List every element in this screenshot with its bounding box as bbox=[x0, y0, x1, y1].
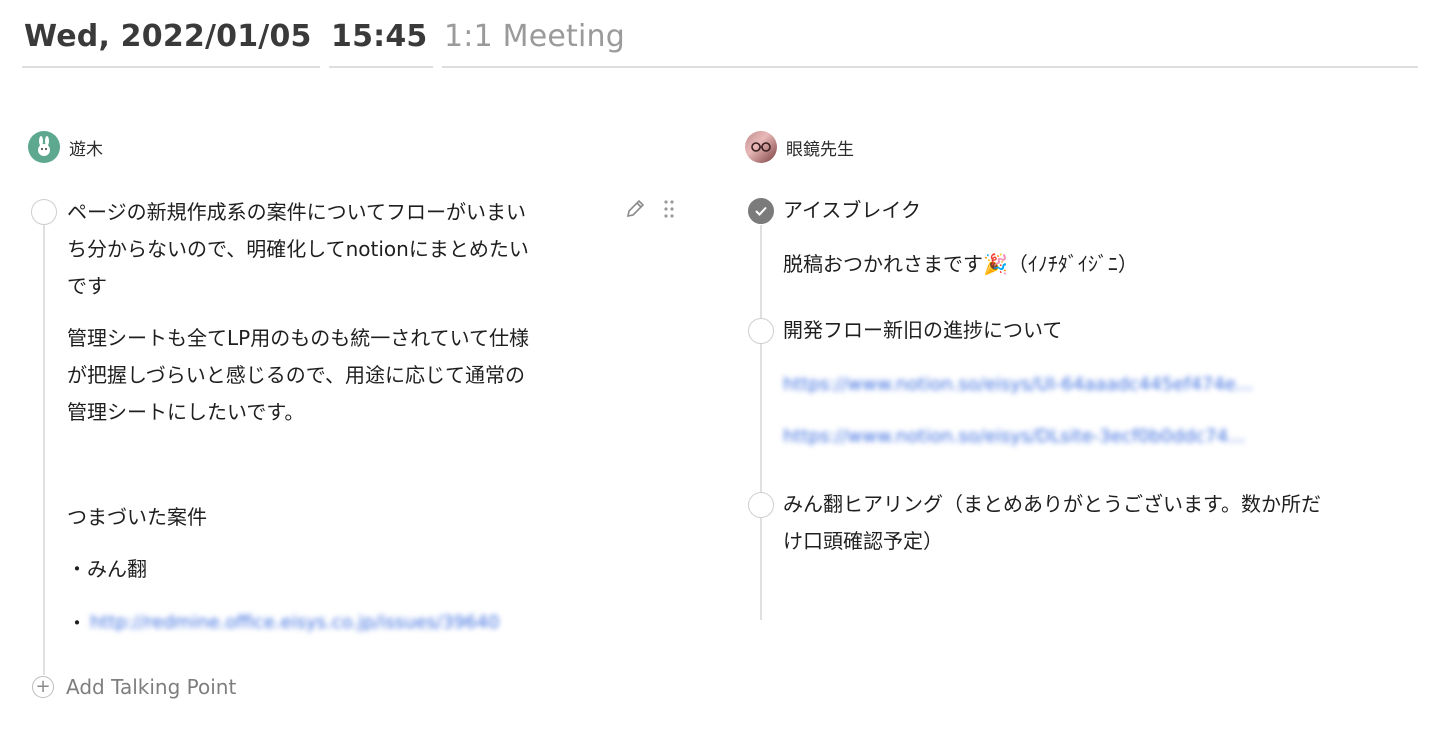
timeline-line-left bbox=[43, 225, 45, 675]
user-header-left: 遊木 bbox=[28, 130, 103, 164]
user-name-left: 遊木 bbox=[69, 139, 103, 160]
date-field[interactable]: Wed, 2022/01/05 bbox=[22, 14, 320, 68]
bullet-item: ・みん翻 bbox=[67, 557, 147, 581]
check-icon bbox=[755, 206, 767, 216]
talking-point-title-line[interactable]: ち分からないので、明確化してnotionにまとめたい bbox=[67, 231, 529, 268]
talking-point-note: 脱稿おつかれさまです🎉（ｲﾉﾁﾀﾞｲｼﾞﾆ） bbox=[783, 252, 1138, 276]
item-tools bbox=[624, 198, 676, 224]
talking-point-title-line[interactable]: ページの新規作成系の案件についてフローがいまい bbox=[67, 194, 526, 231]
redmine-link[interactable]: http://redmine.office.eisys.co.jp/issues… bbox=[90, 612, 499, 633]
talking-point-title[interactable]: アイスブレイク bbox=[783, 192, 921, 229]
meeting-header: Wed, 2022/01/05 15:45 1:1 Meeting bbox=[22, 14, 1418, 68]
bullet-item: ・ bbox=[67, 611, 87, 635]
talking-point-body-line: が把握しづらいと感じるので、用途に応じて通常の bbox=[67, 363, 525, 387]
talking-point-title-line[interactable]: です bbox=[67, 268, 107, 305]
plus-icon: + bbox=[32, 676, 54, 698]
talking-point-checkbox-checked[interactable] bbox=[748, 198, 774, 224]
notion-link[interactable]: https://www.notion.so/eisys/UI-64aaadc44… bbox=[783, 374, 1253, 395]
talking-point-title-line[interactable]: け口頭確認予定） bbox=[783, 523, 943, 560]
timeline-line-right bbox=[760, 225, 762, 620]
talking-point-title[interactable]: 開発フロー新旧の進捗について bbox=[783, 312, 1062, 349]
drag-handle-icon[interactable] bbox=[662, 198, 676, 224]
add-talking-point-label: Add Talking Point bbox=[66, 675, 237, 699]
notion-link[interactable]: https://www.notion.so/eisys/DLsite-3ecf0… bbox=[783, 426, 1245, 447]
meeting-title: 1:1 Meeting bbox=[444, 19, 625, 54]
time-field[interactable]: 15:45 bbox=[329, 14, 433, 68]
talking-point-checkbox[interactable] bbox=[748, 492, 774, 518]
rabbit-icon bbox=[38, 136, 50, 156]
glasses-icon bbox=[751, 142, 771, 152]
user-header-right: 眼鏡先生 bbox=[745, 130, 854, 164]
talking-point-checkbox[interactable] bbox=[748, 318, 774, 344]
time-text: 15:45 bbox=[331, 19, 428, 54]
avatar-glasses bbox=[745, 131, 777, 163]
talking-point-checkbox[interactable] bbox=[31, 199, 57, 225]
talking-point-body-line: 管理シートも全てLP用のものも統一されていて仕様 bbox=[67, 326, 530, 350]
talking-point-title-line[interactable]: みん翻ヒアリング（まとめありがとうございます。数か所だ bbox=[783, 486, 1321, 523]
meeting-title-field[interactable]: 1:1 Meeting bbox=[442, 14, 1418, 68]
pencil-icon[interactable] bbox=[624, 198, 646, 224]
user-name-right: 眼鏡先生 bbox=[786, 139, 854, 160]
date-text: Wed, 2022/01/05 bbox=[24, 19, 312, 54]
talking-point-body-line: 管理シートにしたいです。 bbox=[67, 400, 305, 424]
add-talking-point-button[interactable]: + Add Talking Point bbox=[32, 675, 236, 699]
avatar-rabbit bbox=[28, 131, 60, 163]
related-heading: つまづいた案件 bbox=[67, 505, 207, 529]
